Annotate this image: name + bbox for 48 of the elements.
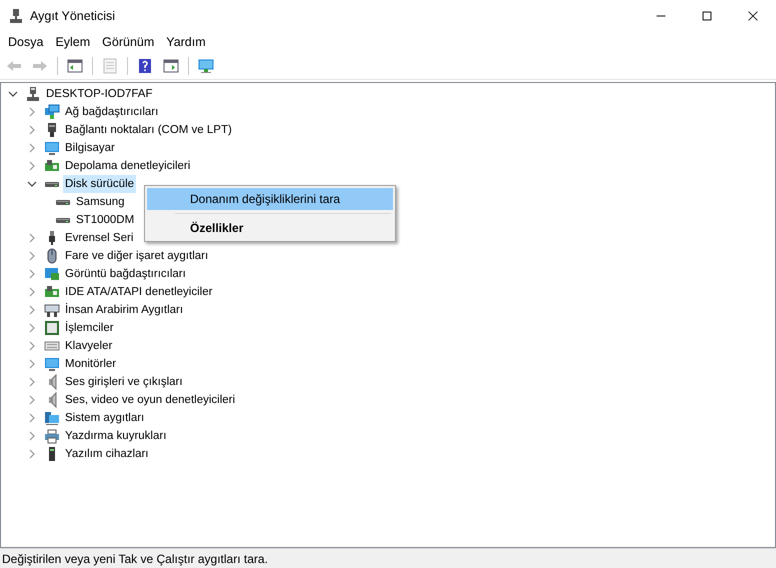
tree-item[interactable]: ST1000DM [74, 211, 136, 229]
tree-item[interactable]: Sistem aygıtları [63, 409, 146, 427]
menu-item[interactable]: Eylem [49, 32, 96, 52]
tree-item[interactable]: Monitörler [63, 355, 118, 373]
maximize-icon [700, 9, 714, 23]
tree-item[interactable]: IDE ATA/ATAPI denetleyiciler [63, 283, 214, 301]
monitor-icon [198, 58, 214, 74]
tree-item[interactable]: Samsung [74, 193, 127, 211]
menu-item[interactable]: Özellikler [147, 217, 393, 239]
tree-item[interactable]: Bağlantı noktaları (COM ve LPT) [63, 121, 234, 139]
monitor-icon [44, 140, 60, 156]
controller-icon [44, 284, 60, 300]
printer-icon [44, 428, 60, 444]
menu-item[interactable]: Donanım değişikliklerini tara [147, 188, 393, 210]
tree-item[interactable]: Ses, video ve oyun denetleyicileri [63, 391, 238, 409]
app-icon [8, 8, 24, 24]
action-pane-icon [163, 58, 179, 74]
system-icon [44, 410, 60, 426]
tree-item[interactable]: Depolama denetleyicileri [63, 157, 192, 175]
display-adapter-icon [44, 266, 60, 282]
properties-icon [102, 58, 118, 74]
tree-item[interactable]: Fare ve diğer işaret aygıtları [63, 247, 210, 265]
window-title: Aygıt Yöneticisi [30, 8, 116, 25]
chip-icon [44, 320, 60, 336]
monitor-icon [44, 356, 60, 372]
tree-item[interactable]: Disk sürücüle [63, 175, 136, 193]
close-icon [746, 9, 760, 23]
controller-icon [44, 158, 60, 174]
console-tree-icon [67, 58, 83, 74]
menu-item[interactable]: Dosya [2, 32, 50, 52]
tree-item[interactable]: DESKTOP-IOD7FAF [44, 85, 155, 103]
tree-item[interactable]: Yazdırma kuyrukları [63, 427, 168, 445]
help-icon [137, 58, 153, 74]
status-text: Değiştirilen veya yeni Tak ve Çalıştır aygıtları tara. [2, 550, 268, 568]
tree-item[interactable]: Bilgisayar [63, 139, 117, 157]
tree-item[interactable]: Ses girişleri ve çıkışları [63, 373, 185, 391]
network-icon [44, 104, 60, 120]
tree-item[interactable]: Görüntü bağdaştırıcıları [63, 265, 188, 283]
computer-icon [25, 86, 41, 102]
minimize-icon [654, 15, 668, 17]
tree-item[interactable]: İşlemciler [63, 319, 116, 337]
menu-item[interactable]: Yardım [160, 32, 212, 52]
tree-item[interactable]: Ağ bağdaştırıcıları [63, 103, 160, 121]
tree-item[interactable]: İnsan Arabirim Aygıtları [63, 301, 186, 319]
tree-item[interactable]: Klavyeler [63, 337, 114, 355]
tree-item[interactable]: Evrensel Seri [63, 229, 136, 247]
menu-item[interactable]: Görünüm [96, 32, 160, 52]
tree-item[interactable]: Yazılım cihazları [63, 445, 151, 463]
